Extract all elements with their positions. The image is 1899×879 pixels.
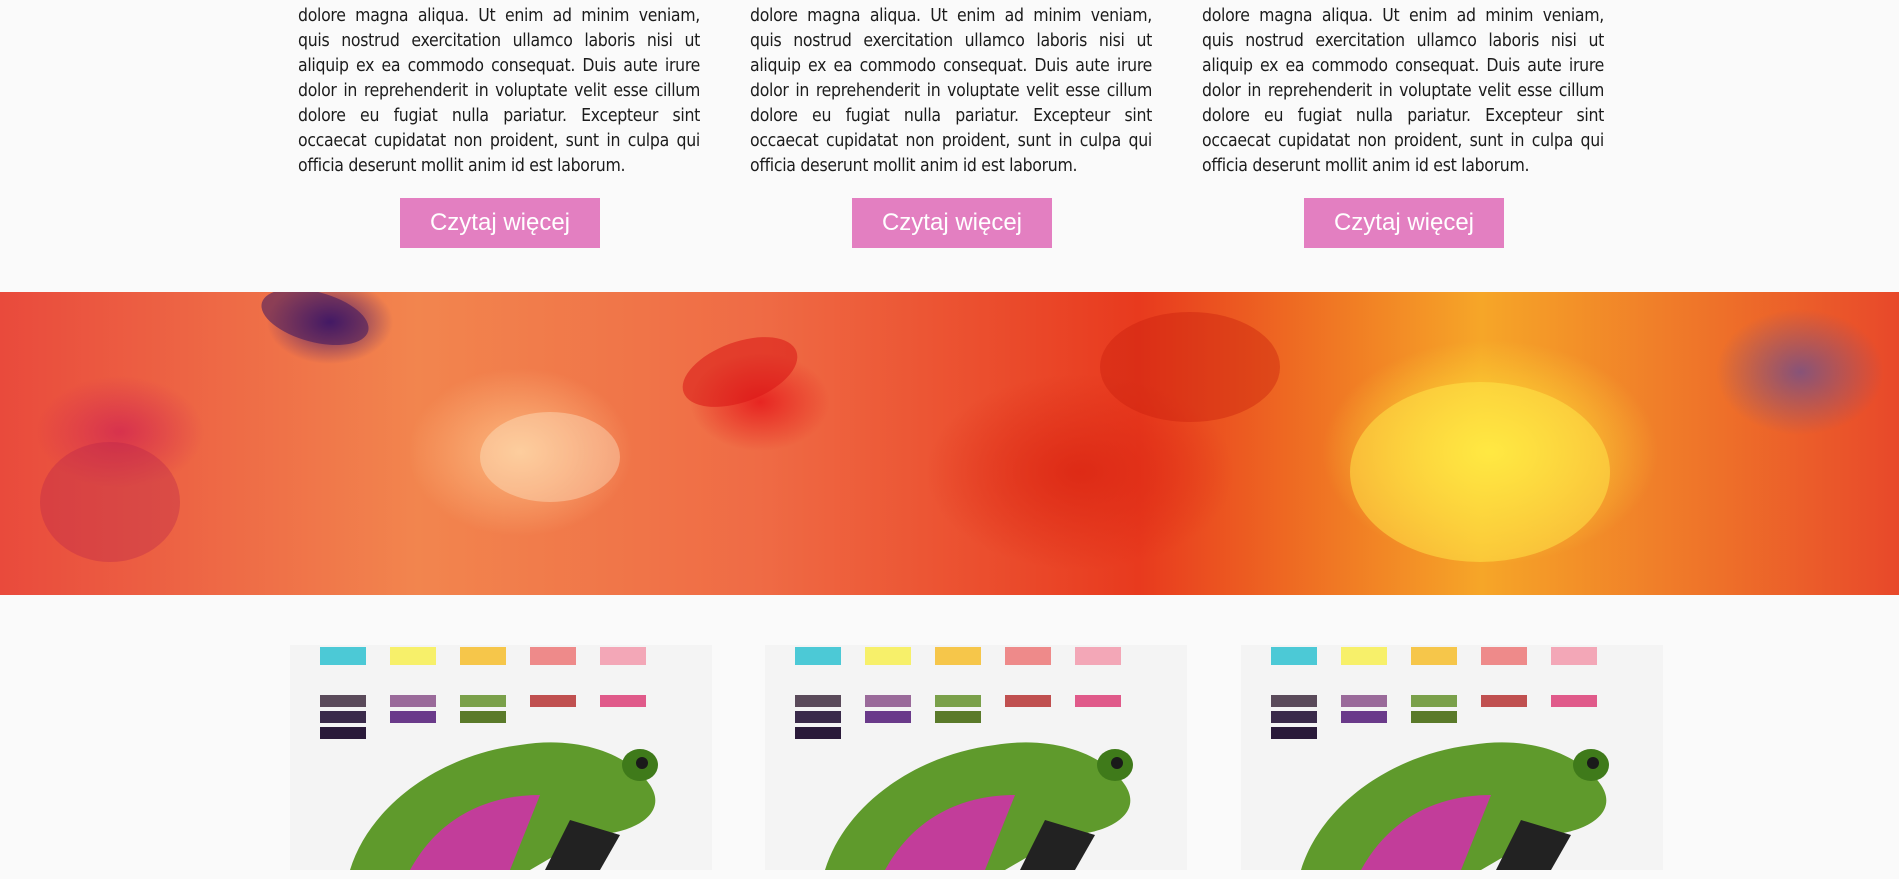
chameleon-color-swatch-image <box>1241 645 1663 870</box>
column-text: dolore magna aliqua. Ut enim ad minim ve… <box>298 6 700 176</box>
content-column-3: dolore magna aliqua. Ut enim ad minim ve… <box>1202 0 1604 180</box>
read-more-button-1[interactable]: Czytaj więcej <box>400 198 600 248</box>
content-column-2: dolore magna aliqua. Ut enim ad minim ve… <box>750 0 1152 180</box>
chameleon-color-swatch-image <box>290 645 712 870</box>
content-column-1: dolore magna aliqua. Ut enim ad minim ve… <box>298 0 700 180</box>
abstract-paint-banner <box>0 292 1899 595</box>
column-text: dolore magna aliqua. Ut enim ad minim ve… <box>1202 6 1604 176</box>
column-text: dolore magna aliqua. Ut enim ad minim ve… <box>750 6 1152 176</box>
read-more-button-2[interactable]: Czytaj więcej <box>852 198 1052 248</box>
chameleon-color-swatch-image <box>765 645 1187 870</box>
read-more-button-3[interactable]: Czytaj więcej <box>1304 198 1504 248</box>
chameleon-image-3[interactable] <box>1241 645 1663 870</box>
chameleon-image-1[interactable] <box>290 645 712 870</box>
chameleon-image-2[interactable] <box>765 645 1187 870</box>
